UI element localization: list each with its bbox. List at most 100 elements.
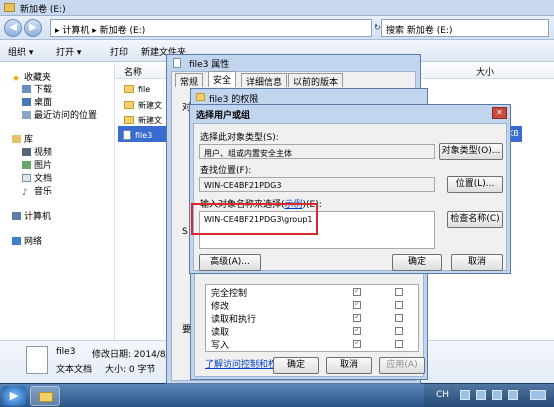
language-indicator[interactable]: CH — [436, 390, 449, 400]
deny-checkbox[interactable] — [395, 327, 403, 335]
close-icon[interactable]: ✕ — [492, 107, 507, 119]
volume-icon[interactable] — [508, 390, 518, 400]
video-icon — [22, 148, 31, 156]
tab-general[interactable]: 常规 — [175, 73, 204, 88]
address-bar-row: ◀ ▶ ▸ 计算机 ▸ 新加卷 (E:) ↻ 搜索 新加卷 (E:) — [0, 16, 554, 40]
explorer-title: 新加卷 (E:) — [20, 5, 66, 15]
organize-button[interactable]: 组织 ▾ — [8, 45, 33, 58]
downloads-icon — [22, 85, 31, 93]
allow-checkbox[interactable] — [353, 325, 361, 335]
cancel-button[interactable]: 取消 — [451, 254, 503, 271]
drive-icon — [4, 3, 15, 12]
details-size: 大小: 0 字节 — [105, 365, 156, 375]
allow-checkbox[interactable] — [353, 338, 361, 348]
file-item[interactable]: 新建文 — [124, 115, 162, 126]
location-field: WIN-CE4BF21PDG3 — [199, 177, 435, 192]
show-desktop-icon[interactable] — [530, 390, 546, 400]
file-item[interactable]: 新建文 — [124, 100, 162, 111]
keyboard-icon[interactable] — [460, 390, 470, 400]
search-input[interactable]: 搜索 新加卷 (E:) — [381, 19, 549, 37]
perm-row-label: 读取 — [211, 328, 230, 338]
advanced-button[interactable]: 高级(A)... — [199, 254, 261, 271]
location-label: 查找位置(F): — [200, 166, 252, 176]
desktop-icon — [22, 98, 31, 106]
details-type: 文本文档 — [56, 365, 93, 375]
perm-row-label: 写入 — [211, 341, 230, 351]
highlight-box — [191, 203, 318, 235]
object-types-button[interactable]: 对象类型(O)... — [439, 143, 503, 160]
details-name: file3 — [56, 347, 76, 357]
nav-downloads[interactable]: 下载 — [22, 82, 52, 95]
library-icon — [12, 135, 21, 143]
music-icon: ♪ — [22, 188, 28, 198]
deny-checkbox[interactable] — [395, 288, 403, 296]
folder-icon — [124, 85, 134, 93]
network-tray-icon[interactable] — [492, 390, 502, 400]
locations-button[interactable]: 位置(L)... — [447, 176, 503, 193]
props-ok-button[interactable]: 确定 — [273, 357, 319, 374]
folder-icon — [196, 93, 205, 101]
fragment-label: S — [182, 227, 188, 237]
perm-row-label: 修改 — [211, 302, 230, 312]
properties-title: file3 属性 — [189, 60, 230, 70]
recent-places-icon — [22, 111, 31, 119]
perm-row-label: 完全控制 — [211, 289, 248, 299]
deny-checkbox[interactable] — [395, 340, 403, 348]
tab-security[interactable]: 安全 — [208, 71, 237, 87]
nav-recent[interactable]: 最近访问的位置 — [22, 108, 97, 121]
deny-checkbox[interactable] — [395, 314, 403, 322]
nav-libraries[interactable]: 库 — [12, 132, 33, 145]
taskbar: ▶ CH — [0, 383, 554, 407]
select-users-body: 选择此对象类型(S): 用户、组或内置安全主体 对象类型(O)... 查找位置(… — [193, 123, 507, 271]
folder-icon — [124, 116, 134, 124]
nav-network[interactable]: 网络 — [12, 234, 42, 247]
forward-arrow-icon[interactable]: ▶ — [24, 19, 42, 37]
folder-icon — [39, 392, 53, 402]
deny-checkbox[interactable] — [395, 301, 403, 309]
picture-icon — [22, 161, 31, 169]
file-item[interactable]: file — [124, 85, 150, 94]
select-users-dialog: 选择用户或组 ✕ 选择此对象类型(S): 用户、组或内置安全主体 对象类型(O)… — [189, 104, 511, 274]
star-icon: ★ — [12, 74, 21, 84]
nav-pictures[interactable]: 图片 — [22, 158, 52, 171]
computer-icon — [12, 212, 21, 220]
flag-icon[interactable] — [476, 390, 486, 400]
column-size[interactable]: 大小 — [476, 65, 494, 78]
perm-row-label: 读取和执行 — [211, 315, 257, 325]
ok-button[interactable]: 确定 — [392, 254, 442, 271]
navigation-pane: ★ 收藏夹 下载 桌面 最近访问的位置 库 视频 图片 文档 ♪ 音乐 计算机 网络 — [0, 62, 115, 340]
props-apply-button[interactable]: 应用(A) — [379, 357, 425, 374]
allow-checkbox[interactable] — [353, 286, 361, 296]
nav-music[interactable]: ♪ 音乐 — [22, 184, 52, 198]
start-button[interactable]: ▶ — [2, 386, 26, 406]
text-file-icon — [123, 130, 131, 140]
taskbar-explorer-button[interactable] — [30, 386, 60, 406]
system-tray: CH — [424, 384, 554, 407]
back-arrow-icon[interactable]: ◀ — [4, 19, 22, 37]
tab-previous-versions[interactable]: 以前的版本 — [288, 73, 344, 88]
select-users-title: 选择用户或组 — [196, 111, 251, 121]
folder-icon — [124, 101, 134, 109]
check-names-button[interactable]: 检查名称(C) — [447, 211, 503, 228]
address-input[interactable]: ▸ 计算机 ▸ 新加卷 (E:) — [50, 19, 372, 37]
details-modified: 修改日期: 2014/8/1 — [92, 350, 175, 360]
refresh-icon[interactable]: ↻ — [374, 23, 381, 32]
column-name[interactable]: 名称 — [124, 65, 142, 78]
explorer-titlebar: 新加卷 (E:) — [0, 0, 554, 16]
print-button[interactable]: 打印 — [110, 45, 128, 58]
file-item-selected[interactable]: file3 — [118, 126, 166, 142]
nav-videos[interactable]: 视频 — [22, 145, 52, 158]
open-button[interactable]: 打开 ▾ — [56, 45, 81, 58]
object-type-label: 选择此对象类型(S): — [200, 133, 279, 143]
nav-desktop[interactable]: 桌面 — [22, 95, 52, 108]
text-file-large-icon — [26, 346, 48, 374]
object-type-field: 用户、组或内置安全主体 — [199, 144, 435, 159]
tab-details[interactable]: 详细信息 — [241, 73, 288, 88]
documents-icon — [22, 174, 31, 182]
allow-checkbox[interactable] — [353, 312, 361, 322]
allow-checkbox[interactable] — [353, 299, 361, 309]
document-icon — [173, 58, 181, 68]
nav-computer[interactable]: 计算机 — [12, 209, 51, 222]
nav-documents[interactable]: 文档 — [22, 171, 52, 184]
props-cancel-button[interactable]: 取消 — [326, 357, 372, 374]
